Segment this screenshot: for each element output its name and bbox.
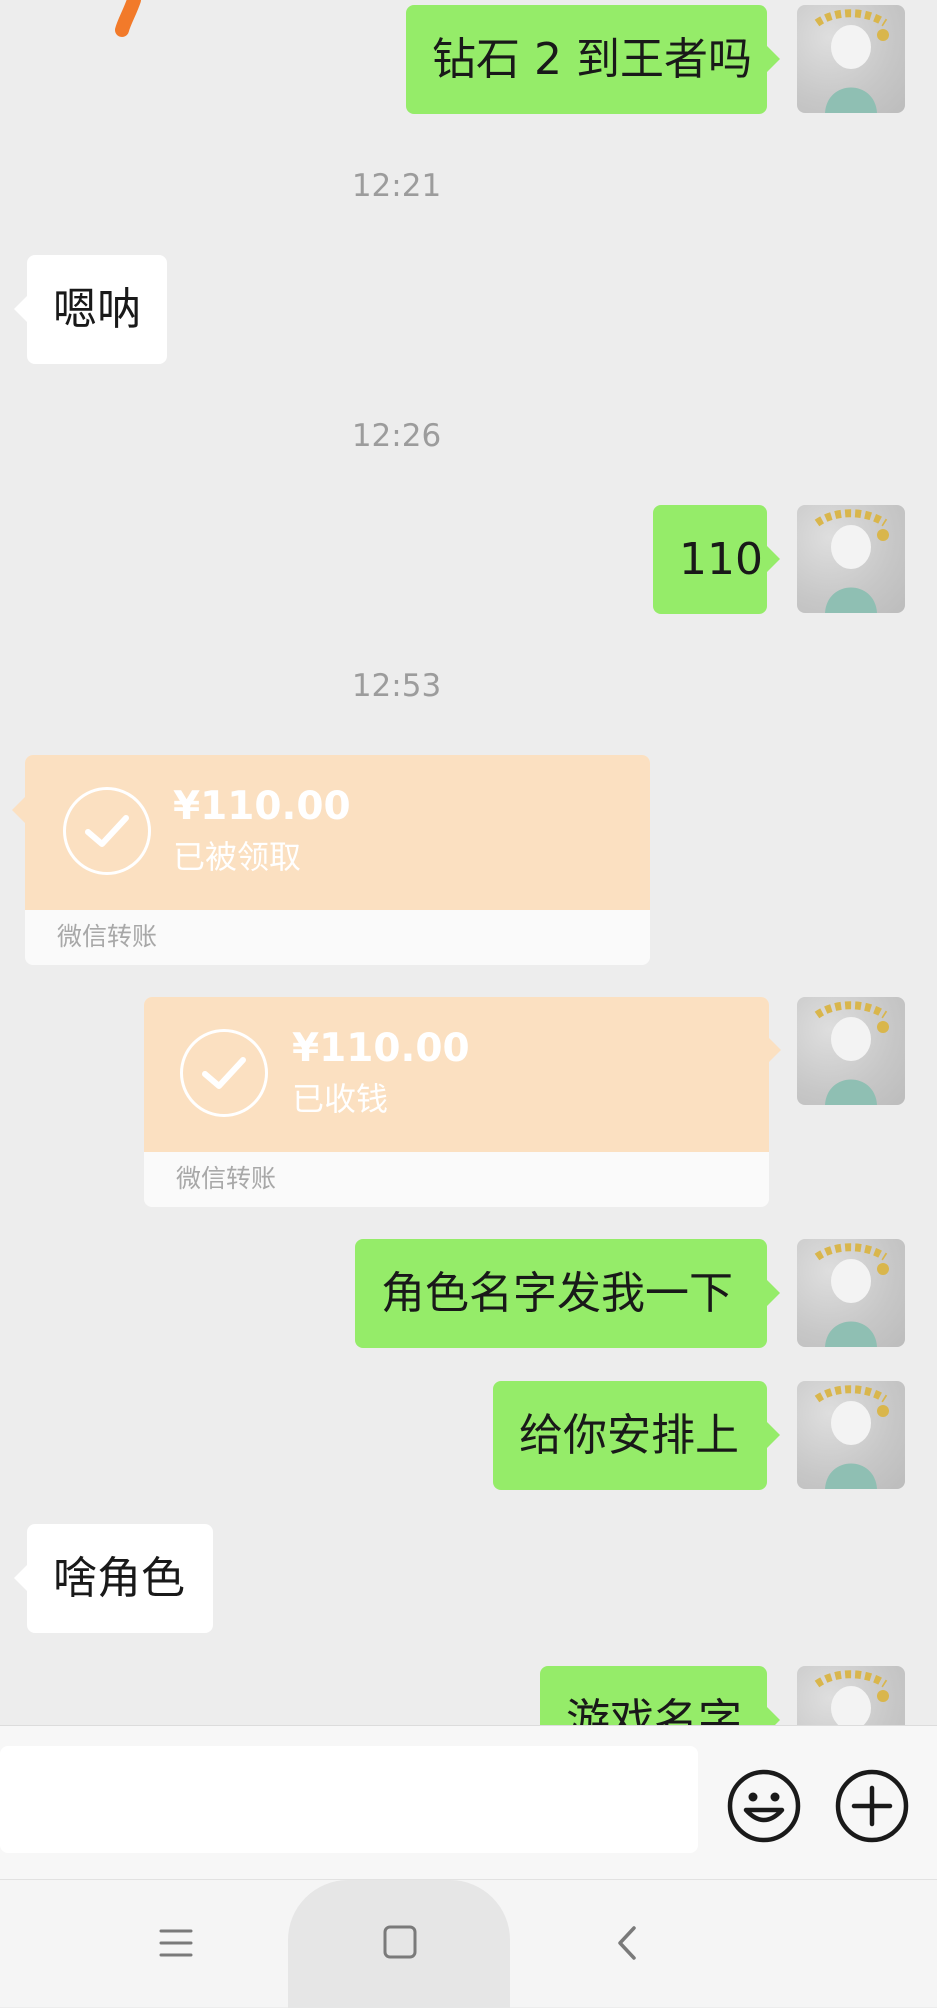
avatar[interactable]	[797, 1381, 905, 1489]
avatar-image	[814, 509, 889, 613]
emoji-icon[interactable]	[726, 1768, 802, 1844]
chat-area[interactable]: 钻石 2 到王者吗 12:21 嗯呐 12:26 110 12:53 ¥110.…	[0, 0, 937, 1725]
doodle-mark	[115, 0, 141, 37]
avatar-image	[814, 1001, 889, 1105]
avatar-image	[814, 1670, 889, 1725]
message-bubble-sent[interactable]: 110	[653, 505, 780, 614]
avatar[interactable]	[797, 997, 905, 1105]
check-circle-icon	[180, 1029, 268, 1117]
transfer-status: 已被领取	[173, 838, 302, 876]
message-input[interactable]	[0, 1746, 698, 1853]
avatar[interactable]	[797, 5, 905, 113]
transfer-card-sent[interactable]: ¥110.00 已收钱 微信转账	[144, 997, 769, 1207]
timestamp: 12:21	[351, 168, 442, 204]
timestamp: 12:26	[351, 418, 442, 454]
transfer-status: 已收钱	[292, 1080, 389, 1118]
avatar[interactable]	[797, 1239, 905, 1347]
message-text: 游戏名字	[566, 1695, 742, 1725]
message-text: 110	[679, 534, 763, 585]
message-bubble-sent[interactable]: 给你安排上	[493, 1381, 780, 1490]
input-bar	[0, 1725, 937, 1879]
message-text: 给你安排上	[519, 1410, 739, 1461]
avatar[interactable]	[797, 1666, 905, 1725]
message-text: 啥角色	[53, 1553, 185, 1604]
home-icon[interactable]	[382, 1924, 418, 1960]
avatar[interactable]	[797, 505, 905, 613]
message-bubble-received[interactable]: 嗯呐	[14, 255, 167, 364]
menu-icon[interactable]	[158, 1925, 194, 1961]
navigation-bar	[0, 1879, 937, 2008]
plus-icon[interactable]	[834, 1768, 910, 1844]
message-bubble-sent[interactable]: 角色名字发我一下	[355, 1239, 780, 1348]
transfer-card-received[interactable]: ¥110.00 已被领取 微信转账	[25, 755, 650, 965]
transfer-label: 微信转账	[57, 922, 158, 951]
bubble-tail	[12, 796, 26, 824]
transfer-amount: ¥110.00	[292, 1026, 470, 1071]
message-text: 钻石 2 到王者吗	[432, 34, 752, 85]
message-bubble-sent[interactable]: 钻石 2 到王者吗	[406, 5, 780, 114]
message-text: 嗯呐	[53, 284, 141, 335]
avatar-image	[814, 1243, 889, 1347]
bubble-tail	[767, 1036, 781, 1064]
message-bubble-received[interactable]: 啥角色	[14, 1524, 213, 1633]
message-bubble-sent[interactable]: 游戏名字	[540, 1666, 780, 1725]
check-circle-icon	[63, 787, 151, 875]
timestamp: 12:53	[351, 668, 442, 704]
back-icon[interactable]	[612, 1924, 642, 1962]
transfer-label: 微信转账	[176, 1164, 277, 1193]
avatar-image	[814, 9, 889, 113]
avatar-image	[814, 1385, 889, 1489]
transfer-amount: ¥110.00	[173, 784, 351, 829]
message-text: 角色名字发我一下	[381, 1268, 733, 1319]
